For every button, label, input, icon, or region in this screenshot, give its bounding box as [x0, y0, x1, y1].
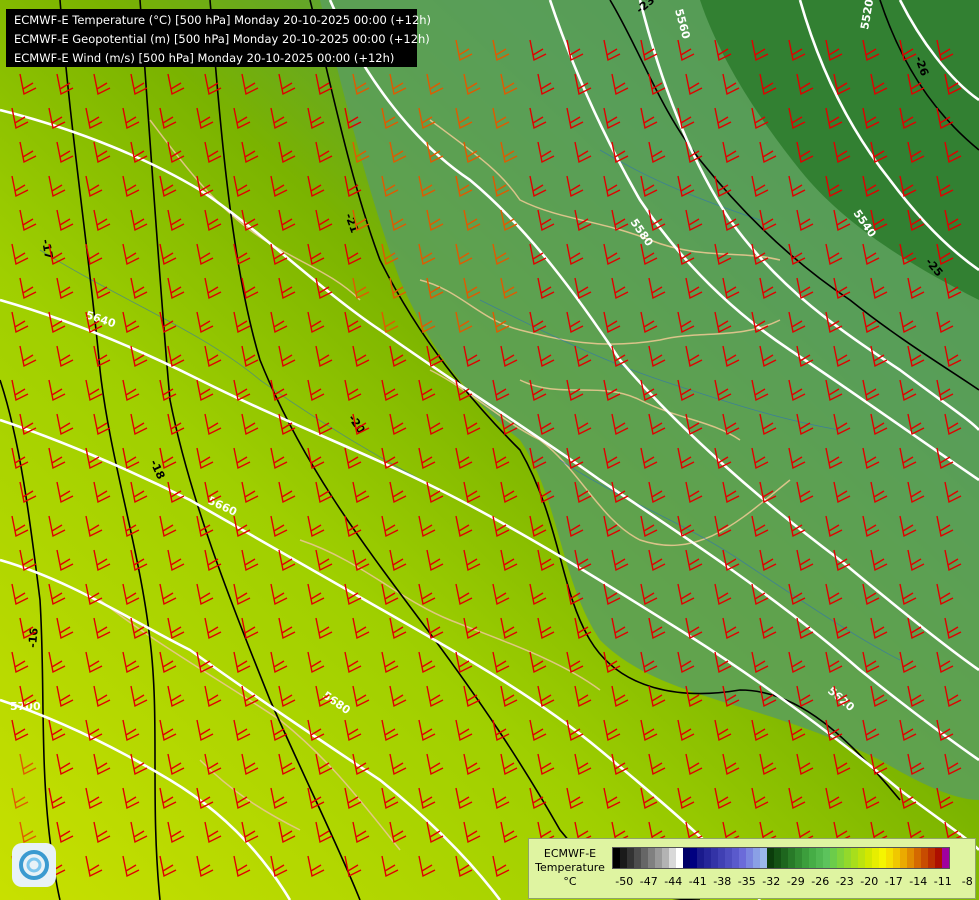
title-temperature: ECMWF-E Temperature (°C) [500 hPa] Monda… [14, 13, 432, 27]
legend-tick: -32 [762, 875, 781, 888]
legend-tick: -44 [664, 875, 683, 888]
legend-swatch [907, 848, 914, 868]
legend-swatch [795, 848, 802, 868]
legend-swatch [886, 848, 893, 868]
legend-swatch [753, 848, 760, 868]
legend-tick: -41 [688, 875, 707, 888]
legend-swatch [690, 848, 697, 868]
weather-map: 5520 5540 5560 5580 5600 5620 5640 5660 … [0, 0, 979, 900]
legend-tick: -23 [835, 875, 854, 888]
legend-swatch [676, 848, 683, 868]
legend-swatch [823, 848, 830, 868]
legend-tick: -11 [933, 875, 952, 888]
legend-swatch [655, 848, 662, 868]
swirl-logo-icon [19, 850, 49, 880]
legend-field: Temperature [535, 861, 605, 874]
legend-tick: -14 [909, 875, 928, 888]
legend-swatch [844, 848, 851, 868]
legend-swatch [928, 848, 935, 868]
title-geopotential: ECMWF-E Geopotential (m) [500 hPa] Monda… [14, 32, 430, 46]
legend-swatch [802, 848, 809, 868]
legend-swatch [872, 848, 879, 868]
legend-swatch [662, 848, 669, 868]
legend-tick: -20 [860, 875, 879, 888]
legend-tick: -35 [737, 875, 756, 888]
legend-swatch [830, 848, 837, 868]
legend-swatch [851, 848, 858, 868]
legend-swatch [725, 848, 732, 868]
legend-swatch [774, 848, 781, 868]
legend-swatch [634, 848, 641, 868]
logo [12, 843, 56, 887]
legend-tick: -38 [713, 875, 732, 888]
legend-swatch [711, 848, 718, 868]
legend-swatch [704, 848, 711, 868]
legend: ECMWF-E Temperature °C -50 -47 -44 -41 -38 -3… [528, 838, 976, 899]
legend-swatch [641, 848, 648, 868]
legend-swatch [648, 848, 655, 868]
legend-swatch [613, 848, 620, 868]
legend-swatch [781, 848, 788, 868]
legend-swatch [739, 848, 746, 868]
legend-swatch [767, 848, 774, 868]
legend-swatch [900, 848, 907, 868]
legend-swatch [837, 848, 844, 868]
legend-color-bar [612, 847, 950, 869]
legend-swatch [683, 848, 690, 868]
legend-swatch [732, 848, 739, 868]
legend-swatch [746, 848, 753, 868]
legend-swatch [816, 848, 823, 868]
legend-swatch [914, 848, 921, 868]
label-5700: 5700 [10, 700, 41, 713]
legend-swatch [669, 848, 676, 868]
legend-swatch [788, 848, 795, 868]
legend-swatch [942, 848, 949, 868]
legend-label: ECMWF-E Temperature °C [534, 847, 606, 889]
legend-swatch [893, 848, 900, 868]
legend-swatch [809, 848, 816, 868]
legend-swatch [858, 848, 865, 868]
legend-ticks: -50 -47 -44 -41 -38 -35 -32 -29 -26 -23 -20 -17 -14-… [612, 875, 979, 888]
legend-swatch [697, 848, 704, 868]
legend-tick: -29 [786, 875, 805, 888]
title-box: ECMWF-E Temperature (°C) [500 hPa] Monda… [6, 9, 432, 67]
legend-swatch [718, 848, 725, 868]
legend-swatch [760, 848, 767, 868]
legend-swatch [921, 848, 928, 868]
legend-tick: -26 [811, 875, 830, 888]
legend-tick: -47 [639, 875, 658, 888]
legend-swatch [879, 848, 886, 868]
legend-tick: -17 [884, 875, 903, 888]
legend-tick: -50 [615, 875, 634, 888]
legend-model: ECMWF-E [543, 847, 597, 860]
legend-swatch [627, 848, 634, 868]
title-wind: ECMWF-E Wind (m/s) [500 hPa] Monday 20-1… [14, 51, 395, 65]
legend-tick: -8 [961, 875, 973, 888]
legend-swatch [865, 848, 872, 868]
legend-swatch [620, 848, 627, 868]
legend-unit: °C [563, 875, 577, 888]
legend-swatch [935, 848, 942, 868]
